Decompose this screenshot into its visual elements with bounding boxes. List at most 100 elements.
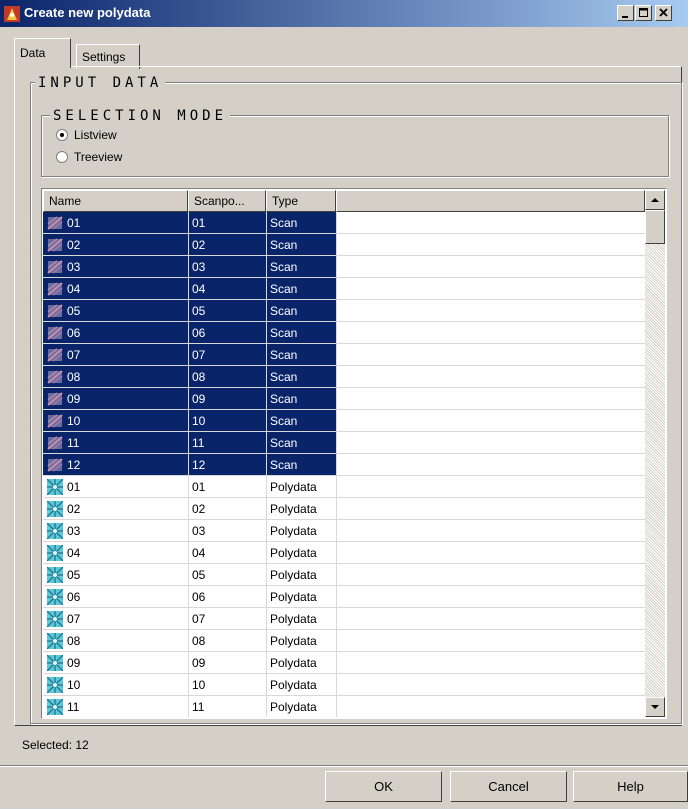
scan-icon — [47, 370, 63, 384]
scroll-up-button[interactable] — [645, 190, 665, 210]
list-row[interactable]: 04 04 Polydata — [43, 542, 645, 564]
row-name-cell: 08 — [67, 634, 81, 648]
list-row[interactable]: 11 11 Polydata — [43, 696, 645, 717]
row-scanpos-cell: 01 — [192, 480, 206, 494]
separator-line-highlight — [0, 766, 688, 767]
list-row[interactable]: 05 05 Polydata — [43, 564, 645, 586]
row-type-cell: Polydata — [270, 502, 317, 516]
cancel-button[interactable]: Cancel — [450, 771, 567, 802]
row-name-cell: 09 — [43, 388, 188, 410]
row-scanpos-cell: 04 — [188, 278, 266, 300]
list-row[interactable]: 09 09 Scan — [43, 388, 645, 410]
arrow-up-icon — [651, 198, 659, 202]
list-row[interactable]: 09 09 Polydata — [43, 652, 645, 674]
close-icon — [659, 8, 668, 17]
row-name-cell: 11 — [43, 432, 188, 454]
row-type-cell: Scan — [266, 366, 336, 388]
column-header-type[interactable]: Type — [266, 190, 336, 212]
list-body: Name Scanpo... Type 01 01 Scan 02 02 Scan 03 03… — [43, 190, 645, 717]
list-row[interactable]: 04 04 Scan — [43, 278, 645, 300]
treeview-label: Treeview — [74, 150, 123, 164]
polydata-icon — [47, 611, 63, 627]
row-name-cell: 06 — [43, 322, 188, 344]
row-scanpos-cell: 09 — [188, 388, 266, 410]
scroll-down-button[interactable] — [645, 697, 665, 717]
row-name-cell: 09 — [67, 656, 81, 670]
tab-data-label: Data — [20, 46, 46, 60]
maximize-button[interactable] — [635, 5, 652, 21]
list-row[interactable]: 11 11 Scan — [43, 432, 645, 454]
row-type-cell: Scan — [266, 432, 336, 454]
treeview-radio-option[interactable]: Treeview — [56, 150, 122, 164]
column-header-scanpos[interactable]: Scanpo... — [188, 190, 266, 212]
row-type-cell: Polydata — [270, 656, 317, 670]
window-title: Create new polydata — [24, 5, 151, 20]
row-scanpos-cell: 10 — [188, 410, 266, 432]
list-row[interactable]: 05 05 Scan — [43, 300, 645, 322]
row-type-cell: Polydata — [270, 634, 317, 648]
row-type-cell: Scan — [266, 212, 336, 234]
row-type-cell: Polydata — [270, 480, 317, 494]
row-scanpos-cell: 12 — [188, 454, 266, 476]
scroll-thumb[interactable] — [645, 210, 665, 244]
row-scanpos-cell: 06 — [192, 590, 206, 604]
row-name-cell: 01 — [43, 212, 188, 234]
vertical-scrollbar[interactable] — [645, 190, 665, 717]
scan-icon — [47, 392, 63, 406]
row-name-cell: 10 — [67, 678, 81, 692]
list-row[interactable]: 01 01 Polydata — [43, 476, 645, 498]
minimize-button[interactable] — [617, 5, 634, 21]
polydata-icon — [47, 501, 63, 517]
scan-icon — [47, 414, 63, 428]
list-row[interactable]: 02 02 Scan — [43, 234, 645, 256]
tab-data[interactable]: Data — [14, 38, 71, 68]
row-type-cell: Scan — [266, 278, 336, 300]
row-scanpos-cell: 10 — [192, 678, 206, 692]
list-row[interactable]: 08 08 Polydata — [43, 630, 645, 652]
row-type-cell: Scan — [266, 454, 336, 476]
row-type-cell: Scan — [266, 410, 336, 432]
input-data-label: INPUT DATA — [35, 75, 166, 91]
row-type-cell: Polydata — [270, 546, 317, 560]
listview-radio[interactable] — [56, 129, 68, 141]
list-row[interactable]: 10 10 Polydata — [43, 674, 645, 696]
title-bar[interactable]: Create new polydata — [0, 0, 688, 27]
row-type-cell: Scan — [266, 234, 336, 256]
list-row[interactable]: 02 02 Polydata — [43, 498, 645, 520]
row-type-cell: Scan — [266, 256, 336, 278]
row-type-cell: Polydata — [270, 524, 317, 538]
scan-icon — [47, 260, 63, 274]
list-row[interactable]: 06 06 Polydata — [43, 586, 645, 608]
listview-radio-option[interactable]: Listview — [56, 128, 117, 142]
list-row[interactable]: 12 12 Scan — [43, 454, 645, 476]
list-row[interactable]: 06 06 Scan — [43, 322, 645, 344]
help-button[interactable]: Help — [573, 771, 688, 802]
close-button[interactable] — [655, 5, 672, 21]
row-name-cell: 05 — [43, 300, 188, 322]
row-type-cell: Polydata — [270, 678, 317, 692]
list-row[interactable]: 10 10 Scan — [43, 410, 645, 432]
selected-count-status: Selected: 12 — [22, 738, 89, 752]
list-row[interactable]: 07 07 Polydata — [43, 608, 645, 630]
item-listview[interactable]: Name Scanpo... Type 01 01 Scan 02 02 Scan 03 03… — [41, 188, 667, 719]
row-name-cell: 08 — [43, 366, 188, 388]
list-row[interactable]: 07 07 Scan — [43, 344, 645, 366]
selection-mode-label: SELECTION MODE — [50, 108, 231, 124]
list-row[interactable]: 01 01 Scan — [43, 212, 645, 234]
list-row[interactable]: 03 03 Scan — [43, 256, 645, 278]
row-name-cell: 05 — [67, 568, 81, 582]
column-grid-line — [188, 212, 189, 717]
ok-button[interactable]: OK — [325, 771, 442, 802]
polydata-icon — [47, 633, 63, 649]
row-scanpos-cell: 08 — [188, 366, 266, 388]
row-type-cell: Polydata — [270, 568, 317, 582]
row-scanpos-cell: 01 — [188, 212, 266, 234]
treeview-radio[interactable] — [56, 151, 68, 163]
row-scanpos-cell: 08 — [192, 634, 206, 648]
column-header-name[interactable]: Name — [43, 190, 188, 212]
row-scanpos-cell: 07 — [192, 612, 206, 626]
list-row[interactable]: 08 08 Scan — [43, 366, 645, 388]
row-scanpos-cell: 05 — [192, 568, 206, 582]
row-name-cell: 12 — [43, 454, 188, 476]
list-row[interactable]: 03 03 Polydata — [43, 520, 645, 542]
